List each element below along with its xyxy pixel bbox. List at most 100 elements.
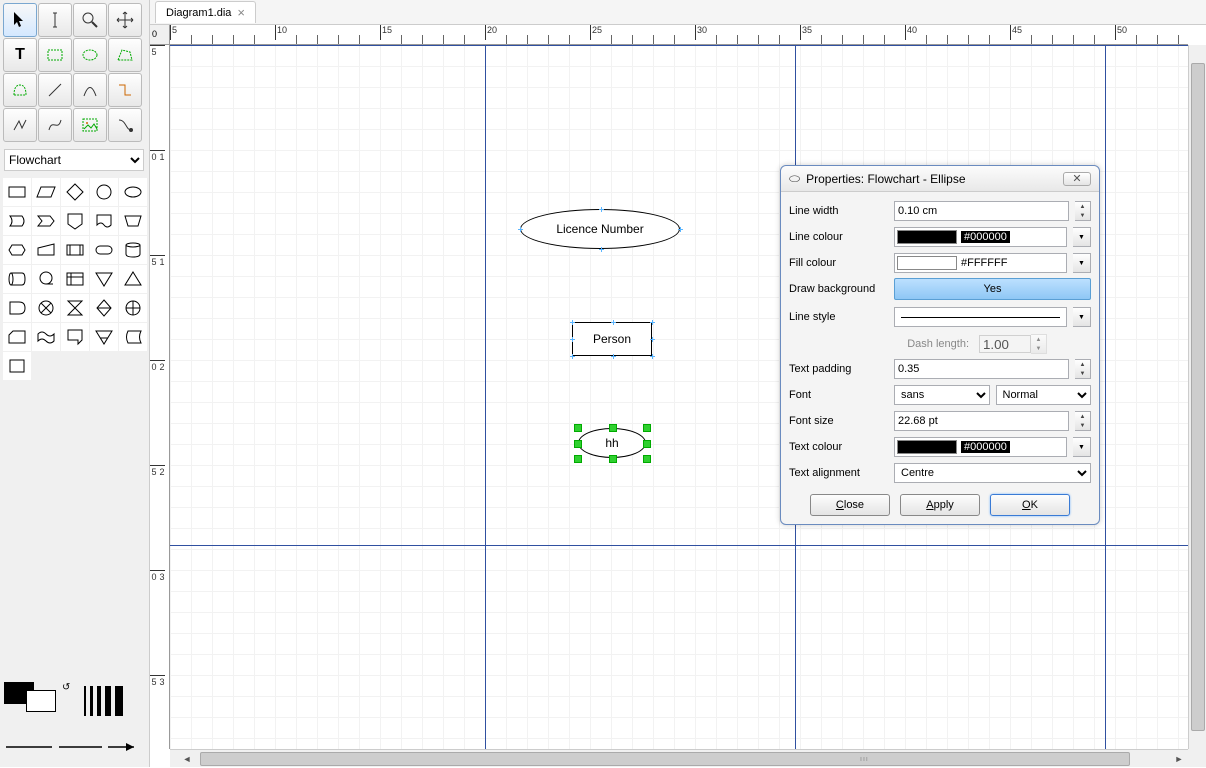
tool-polyline[interactable] [3, 108, 37, 142]
shape-category-select[interactable]: Flowchart [4, 149, 144, 171]
tool-polygon[interactable] [108, 38, 142, 72]
line-colour-combo[interactable]: #000000 [894, 227, 1067, 247]
shape-ellipse-licence[interactable]: Licence Number [520, 209, 680, 249]
shape-process[interactable] [3, 178, 31, 206]
dialog-titlebar[interactable]: ⬭ Properties: Flowchart - Ellipse ✕ [781, 166, 1099, 192]
line-style-combo[interactable] [894, 307, 1067, 327]
shape-offline-storage[interactable] [90, 323, 118, 351]
font-weight-select[interactable]: Normal [996, 385, 1092, 405]
tool-text-cursor[interactable] [38, 3, 72, 37]
fg-bg-swatches[interactable]: ↺ [4, 682, 70, 712]
shape-display[interactable] [3, 207, 31, 235]
shape-ellipse-hh[interactable]: hh [578, 428, 646, 458]
spin-buttons[interactable]: ▲▼ [1075, 359, 1091, 379]
dialog-close-button[interactable]: ✕ [1063, 172, 1091, 186]
shape-box-person[interactable]: Person [572, 322, 652, 356]
page-guide [485, 45, 486, 749]
tool-box[interactable] [38, 38, 72, 72]
scroll-thumb[interactable] [1191, 63, 1205, 731]
shape-punched-tape[interactable] [32, 323, 60, 351]
scroll-gripper-icon: ııı [860, 756, 869, 763]
dialog-title-text: Properties: Flowchart - Ellipse [806, 172, 965, 186]
spin-buttons[interactable]: ▲▼ [1075, 201, 1091, 221]
shape-transmittal[interactable] [32, 207, 60, 235]
tab-diagram[interactable]: Diagram1.dia × [155, 1, 256, 23]
shape-data-source[interactable] [119, 323, 147, 351]
tool-pointer[interactable] [3, 3, 37, 37]
line-width-patterns[interactable] [84, 686, 127, 721]
shape-document[interactable] [90, 207, 118, 235]
shape-summing[interactable] [32, 294, 60, 322]
shape-connector[interactable] [90, 178, 118, 206]
shape-sort[interactable] [90, 294, 118, 322]
tool-zoom[interactable] [73, 3, 107, 37]
tool-outline[interactable] [108, 108, 142, 142]
scroll-left-icon[interactable]: ◄ [178, 750, 196, 768]
color-hex: #000000 [961, 441, 1010, 453]
tool-text[interactable]: T [3, 38, 37, 72]
vertical-scrollbar[interactable] [1188, 45, 1206, 749]
scrollbar-corner [1188, 749, 1206, 767]
text-colour-combo[interactable]: #000000 [894, 437, 1067, 457]
scroll-right-icon[interactable]: ► [1170, 750, 1188, 768]
shape-collate[interactable] [61, 294, 89, 322]
shape-delay[interactable] [3, 294, 31, 322]
shape-or[interactable] [119, 294, 147, 322]
tool-line[interactable] [38, 73, 72, 107]
close-button[interactable]: Close [810, 494, 890, 516]
dropdown-icon[interactable]: ▼ [1073, 437, 1091, 457]
label-text-align: Text alignment [789, 467, 894, 479]
shape-manual-input[interactable] [32, 236, 60, 264]
line-arrow-style[interactable] [4, 740, 144, 759]
shape-generic[interactable] [3, 352, 31, 380]
fill-colour-combo[interactable]: #FFFFFF [894, 253, 1067, 273]
bg-color-swatch[interactable] [26, 690, 56, 712]
color-chip [897, 440, 957, 454]
shape-preparation[interactable] [3, 236, 31, 264]
ok-button[interactable]: OK [990, 494, 1070, 516]
shape-palette [0, 175, 149, 383]
text-padding-input[interactable] [894, 359, 1069, 379]
shape-extract[interactable] [119, 265, 147, 293]
shape-magnetic-drum[interactable] [3, 265, 31, 293]
horizontal-ruler[interactable]: 510152025303540455055 [170, 25, 1188, 45]
tool-move[interactable] [108, 3, 142, 37]
tool-zigzag[interactable] [108, 73, 142, 107]
vertical-ruler[interactable]: 5101520253035 [150, 45, 170, 749]
tool-arc[interactable] [73, 73, 107, 107]
scroll-thumb[interactable] [200, 752, 1130, 766]
shape-decision[interactable] [61, 178, 89, 206]
dropdown-icon[interactable]: ▼ [1073, 307, 1091, 327]
tab-close-icon[interactable]: × [237, 5, 245, 20]
apply-button[interactable]: Apply [900, 494, 980, 516]
shape-predefined[interactable] [61, 236, 89, 264]
shape-parallelogram[interactable] [32, 178, 60, 206]
toolbox: T Flowchart [0, 0, 150, 767]
shape-offpage[interactable] [61, 207, 89, 235]
shape-ellipse-flow[interactable] [119, 178, 147, 206]
dropdown-icon[interactable]: ▼ [1073, 253, 1091, 273]
spin-buttons[interactable]: ▲▼ [1075, 411, 1091, 431]
horizontal-scrollbar[interactable]: ◄ ııı ► [170, 749, 1188, 767]
properties-dialog[interactable]: ⬭ Properties: Flowchart - Ellipse ✕ Line… [780, 165, 1100, 525]
shape-terminal[interactable] [90, 236, 118, 264]
tool-bezier-shape[interactable] [3, 73, 37, 107]
font-size-input[interactable] [894, 411, 1069, 431]
shape-trans-tape[interactable] [61, 323, 89, 351]
tool-bezier-line[interactable] [38, 108, 72, 142]
color-chip [897, 256, 957, 270]
swap-colors-icon[interactable]: ↺ [62, 682, 70, 712]
dropdown-icon[interactable]: ▼ [1073, 227, 1091, 247]
font-family-select[interactable]: sans [894, 385, 990, 405]
shape-merge[interactable] [90, 265, 118, 293]
draw-bg-toggle[interactable]: Yes [894, 278, 1091, 300]
shape-magnetic-disk[interactable] [119, 236, 147, 264]
tool-ellipse[interactable] [73, 38, 107, 72]
text-align-select[interactable]: Centre [894, 463, 1091, 483]
shape-internal-storage[interactable] [61, 265, 89, 293]
line-width-input[interactable] [894, 201, 1069, 221]
shape-punched-card[interactable] [3, 323, 31, 351]
shape-magnetic-tape[interactable] [32, 265, 60, 293]
tool-image[interactable] [73, 108, 107, 142]
shape-manual-op[interactable] [119, 207, 147, 235]
